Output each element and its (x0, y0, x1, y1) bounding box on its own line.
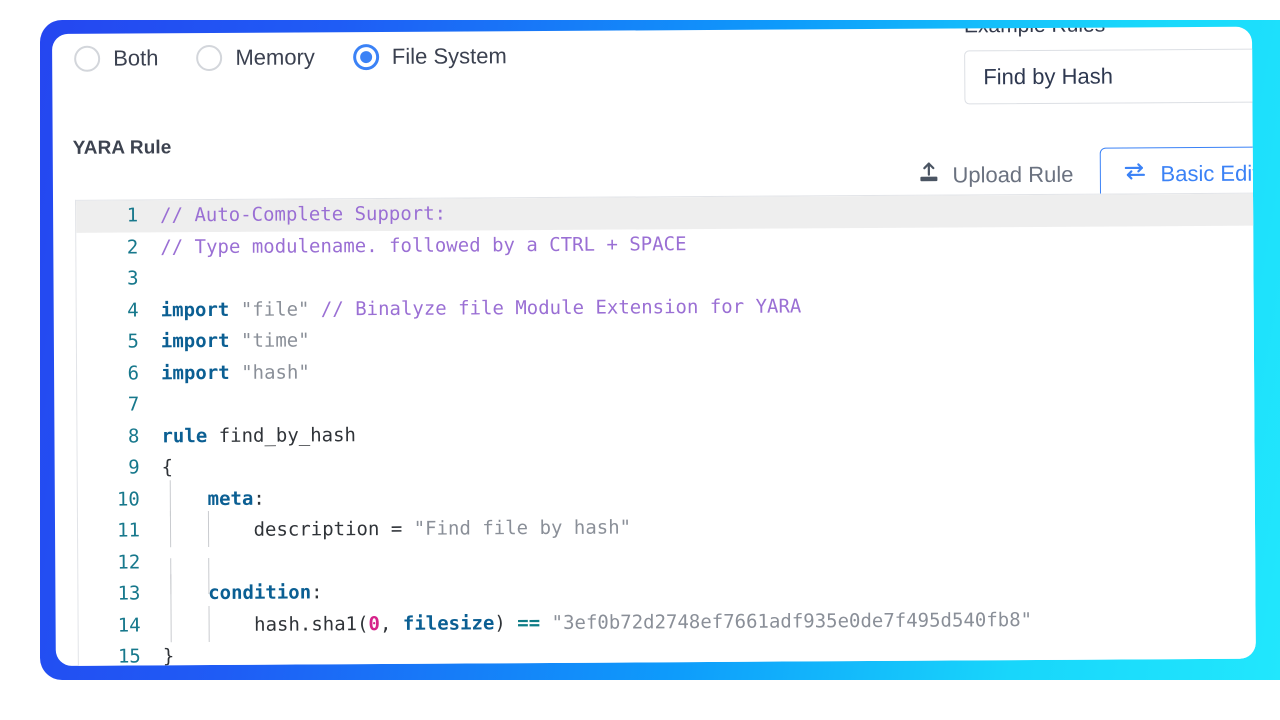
line-number: 4 (77, 295, 161, 327)
upload-rule-button[interactable]: Upload Rule (916, 160, 1073, 190)
code-token-punct: , (380, 612, 403, 634)
code-token-plain (230, 361, 242, 383)
line-number: 13 (78, 578, 162, 610)
code-token-plain: hash.sha1( (163, 613, 369, 636)
indent-guide (208, 511, 209, 547)
code-token-builtin: filesize (403, 612, 495, 635)
code-token-punct: ) (494, 612, 517, 634)
radio-label-memory: Memory (235, 44, 315, 70)
indent-guide (170, 511, 171, 547)
line-number: 12 (78, 547, 162, 579)
line-number: 11 (78, 515, 162, 547)
radio-option-memory[interactable]: Memory (196, 44, 315, 71)
indent-guide (208, 606, 209, 642)
example-rules-block: Example Rules Find by Hash (964, 27, 1256, 105)
code-token-plain (162, 582, 208, 604)
code-token-number: 0 (368, 613, 380, 635)
code-token-string: "time" (241, 329, 310, 351)
code-token-punct: : (311, 581, 323, 603)
code-token-plain (540, 611, 552, 633)
code-line-content (161, 397, 1256, 405)
code-token-punct: { (162, 456, 174, 478)
code-token-keyword: rule (161, 425, 207, 447)
code-token-keyword: import (161, 361, 230, 383)
code-line-content (160, 271, 1255, 279)
swap-horizontal-icon (1122, 159, 1146, 188)
code-token-plain (309, 298, 321, 320)
radio-option-both[interactable]: Both (74, 45, 158, 72)
scan-target-radio-group: Both Memory File System (74, 43, 545, 72)
line-number: 6 (77, 358, 161, 390)
code-token-punct: } (163, 645, 175, 666)
code-token-plain (162, 488, 208, 510)
code-token-operator: == (517, 612, 540, 634)
line-number: 3 (76, 263, 160, 295)
line-number: 8 (77, 421, 161, 453)
code-token-plain: description = (162, 518, 414, 542)
example-rules-label: Example Rules (964, 27, 1256, 39)
code-token-string: "hash" (241, 361, 310, 383)
radio-label-both: Both (113, 45, 158, 71)
code-token-string: "Find file by hash" (414, 516, 631, 539)
upload-rule-label: Upload Rule (952, 161, 1073, 188)
line-number: 10 (78, 484, 162, 516)
example-rules-select[interactable]: Find by Hash (964, 48, 1256, 104)
code-token-string: "file" (241, 298, 310, 320)
line-number: 2 (76, 232, 160, 264)
basic-editor-label: Basic Editor (1160, 160, 1255, 187)
radio-option-file-system[interactable]: File System (353, 43, 507, 70)
code-token-keyword: import (161, 330, 230, 352)
code-line-content (162, 555, 1256, 563)
yara-rule-panel: Both Memory File System Example Rules Fi… (52, 27, 1256, 666)
radio-label-file-system: File System (392, 43, 507, 70)
radio-circle-icon (196, 45, 222, 71)
code-token-keyword: import (161, 298, 230, 320)
code-token-punct: : (253, 487, 265, 509)
line-number: 1 (76, 200, 160, 232)
code-token-keyword: condition (208, 581, 311, 604)
indent-guide (170, 606, 171, 642)
radio-circle-icon (74, 46, 100, 72)
code-token-plain: find_by_hash (207, 424, 356, 447)
line-number: 14 (79, 610, 163, 642)
line-number: 15 (79, 641, 163, 666)
line-number: 5 (77, 326, 161, 358)
line-number: 7 (77, 389, 161, 421)
example-rules-selected-value: Find by Hash (983, 64, 1113, 91)
code-token-comment: // Type modulename. followed by a CTRL +… (160, 233, 686, 258)
code-token-comment: // Auto-Complete Support: (160, 203, 446, 227)
code-token-plain (229, 330, 241, 352)
upload-icon (916, 161, 940, 190)
yara-code-editor[interactable]: 1// Auto-Complete Support:2// Type modul… (75, 191, 1256, 666)
code-token-keyword: meta (208, 487, 254, 509)
line-number: 9 (78, 452, 162, 484)
radio-circle-selected-icon (353, 44, 379, 70)
page-title: YARA Rule (73, 137, 172, 160)
code-token-string: "3ef0b72d2748ef7661adf935e0de7f495d540fb… (552, 609, 1033, 634)
code-token-comment: // Binalyze file Module Extension for YA… (321, 295, 802, 320)
code-token-plain (229, 298, 241, 320)
